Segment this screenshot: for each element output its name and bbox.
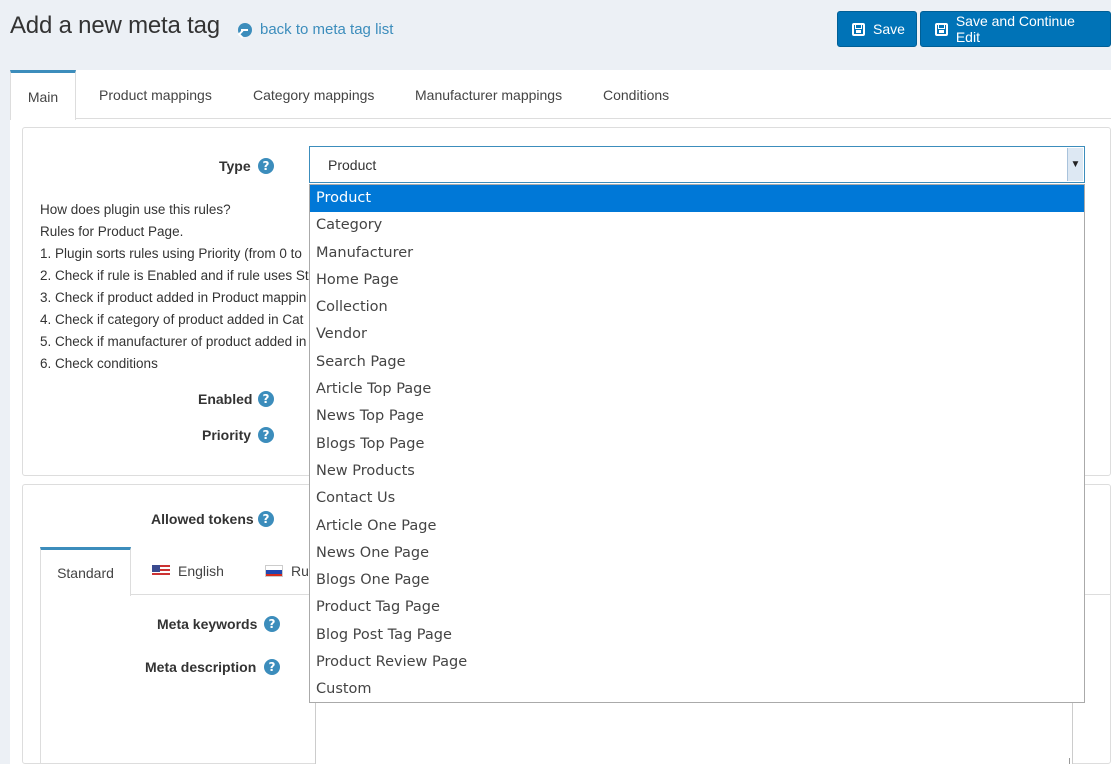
save-button-label: Save <box>873 21 905 37</box>
type-option-article-top-page[interactable]: Article Top Page <box>310 376 1084 403</box>
type-option-blogs-top-page[interactable]: Blogs Top Page <box>310 431 1084 458</box>
ru-flag-icon <box>265 565 283 577</box>
save-button[interactable]: Save <box>837 11 917 47</box>
type-option-product[interactable]: Product <box>310 185 1084 213</box>
type-option-collection[interactable]: Collection <box>310 294 1084 321</box>
question-circle-icon[interactable]: ? <box>258 391 274 407</box>
back-to-list-link[interactable]: back to meta tag list <box>238 21 393 38</box>
type-select-value: Product <box>328 156 377 173</box>
tab-english-label: English <box>178 563 224 579</box>
chevron-down-icon[interactable]: ▼ <box>1067 148 1083 181</box>
question-circle-icon[interactable]: ? <box>258 158 274 174</box>
help-line: How does plugin use this rules? <box>40 202 231 217</box>
page-header: Add a new meta tag back to meta tag list… <box>0 0 1111 60</box>
help-line: 4. Check if category of product added in… <box>40 312 304 327</box>
help-line: Rules for Product Page. <box>40 224 184 239</box>
tab-russian[interactable]: Ru <box>265 547 309 595</box>
save-continue-label: Save and Continue Edit <box>955 13 1075 45</box>
help-line: 6. Check conditions <box>40 356 158 371</box>
tab-standard[interactable]: Standard <box>40 547 131 596</box>
tab-manufacturer-mappings[interactable]: Manufacturer mappings <box>415 70 562 119</box>
type-option-category[interactable]: Category <box>310 212 1084 239</box>
help-line: 5. Check if manufacturer of product adde… <box>40 334 307 349</box>
type-option-search-page[interactable]: Search Page <box>310 349 1084 376</box>
type-option-custom[interactable]: Custom <box>310 676 1084 703</box>
meta-keywords-label: Meta keywords <box>157 616 258 632</box>
save-and-continue-button[interactable]: Save and Continue Edit <box>920 11 1111 47</box>
meta-description-label: Meta description <box>145 659 257 675</box>
type-option-product-tag-page[interactable]: Product Tag Page <box>310 594 1084 621</box>
question-circle-icon[interactable]: ? <box>264 659 280 675</box>
help-line: 3. Check if product added in Product map… <box>40 290 307 305</box>
arrow-circle-left-icon <box>238 22 252 37</box>
help-line: 1. Plugin sorts rules using Priority (fr… <box>40 246 302 261</box>
type-option-home-page[interactable]: Home Page <box>310 267 1084 294</box>
allowed-tokens-label: Allowed tokens <box>151 511 254 527</box>
type-option-article-one-page[interactable]: Article One Page <box>310 513 1084 540</box>
question-circle-icon[interactable]: ? <box>258 427 274 443</box>
tab-product-mappings[interactable]: Product mappings <box>99 70 212 119</box>
priority-label: Priority <box>202 427 252 443</box>
floppy-disk-icon <box>935 22 948 36</box>
help-line: 2. Check if rule is Enabled and if rule … <box>40 268 309 283</box>
meta-description-textarea[interactable] <box>315 699 1073 764</box>
rules-help-text: How does plugin use this rules? Rules fo… <box>40 199 310 375</box>
type-option-new-products[interactable]: New Products <box>310 458 1084 485</box>
type-option-vendor[interactable]: Vendor <box>310 321 1084 348</box>
type-option-news-one-page[interactable]: News One Page <box>310 540 1084 567</box>
type-option-product-review-page[interactable]: Product Review Page <box>310 649 1084 676</box>
page-title: Add a new meta tag <box>10 12 220 39</box>
resize-handle[interactable] <box>1062 758 1070 764</box>
question-circle-icon[interactable]: ? <box>258 511 274 527</box>
tab-standard-label: Standard <box>57 565 114 581</box>
floppy-disk-icon <box>852 22 865 36</box>
type-label: Type <box>219 158 251 174</box>
type-select[interactable]: Product ▼ <box>309 146 1085 183</box>
enabled-label: Enabled <box>198 391 253 407</box>
tab-russian-label: Ru <box>291 563 309 579</box>
main-tabbar: Main Product mappings Category mappings … <box>10 70 1111 120</box>
tab-main[interactable]: Main <box>10 70 76 120</box>
tab-english[interactable]: English <box>152 547 224 595</box>
back-link-label: back to meta tag list <box>260 21 394 38</box>
type-option-contact-us[interactable]: Contact Us <box>310 485 1084 512</box>
type-option-news-top-page[interactable]: News Top Page <box>310 403 1084 430</box>
tab-category-mappings[interactable]: Category mappings <box>253 70 374 119</box>
type-option-blog-post-tag-page[interactable]: Blog Post Tag Page <box>310 622 1084 649</box>
type-option-manufacturer[interactable]: Manufacturer <box>310 240 1084 267</box>
type-option-blogs-one-page[interactable]: Blogs One Page <box>310 567 1084 594</box>
us-flag-icon <box>152 565 170 577</box>
type-dropdown-list: Product Category Manufacturer Home Page … <box>309 184 1085 703</box>
tab-conditions[interactable]: Conditions <box>603 70 669 119</box>
question-circle-icon[interactable]: ? <box>264 616 280 632</box>
